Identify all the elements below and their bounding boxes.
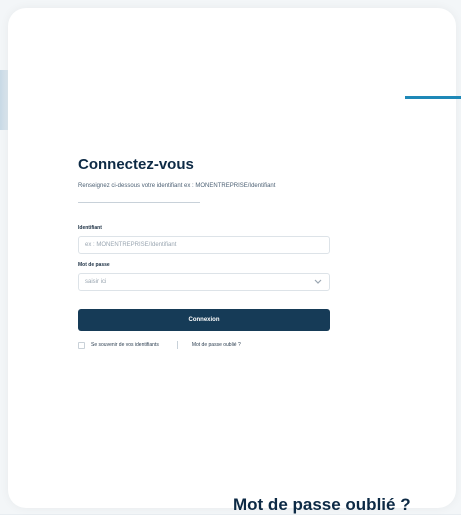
login-options: Se souvenir de vos identifiants Mot de p… — [78, 341, 330, 349]
accent-line — [405, 96, 461, 99]
title-divider — [78, 202, 200, 203]
password-input[interactable]: saisir ici — [78, 273, 330, 291]
chevron-down-icon[interactable] — [313, 277, 323, 287]
remember-checkbox[interactable] — [78, 341, 85, 349]
chevron-down-icon-svg — [314, 279, 322, 284]
login-button[interactable]: Connexion — [78, 309, 330, 331]
username-input[interactable]: ex : MONENTREPRISE/Identifiant — [78, 236, 330, 254]
page-title: Connectez-vous — [78, 156, 194, 173]
options-separator — [176, 341, 178, 349]
username-placeholder: ex : MONENTREPRISE/Identifiant — [85, 242, 177, 248]
remember-label[interactable]: Se souvenir de vos identifiants — [91, 342, 159, 348]
forgot-password-link[interactable]: Mot de passe oublié ? — [192, 342, 241, 348]
forgot-password-heading: Mot de passe oublié ? — [233, 495, 411, 514]
password-placeholder: saisir ici — [85, 279, 107, 285]
page-subtitle: Renseignez ci-dessous votre identifiant … — [78, 183, 276, 189]
username-label: Identifiant — [78, 225, 102, 231]
password-label: Mot de passe — [78, 262, 110, 268]
login-form: Connectez-vous Renseignez ci-dessous vot… — [78, 156, 330, 349]
